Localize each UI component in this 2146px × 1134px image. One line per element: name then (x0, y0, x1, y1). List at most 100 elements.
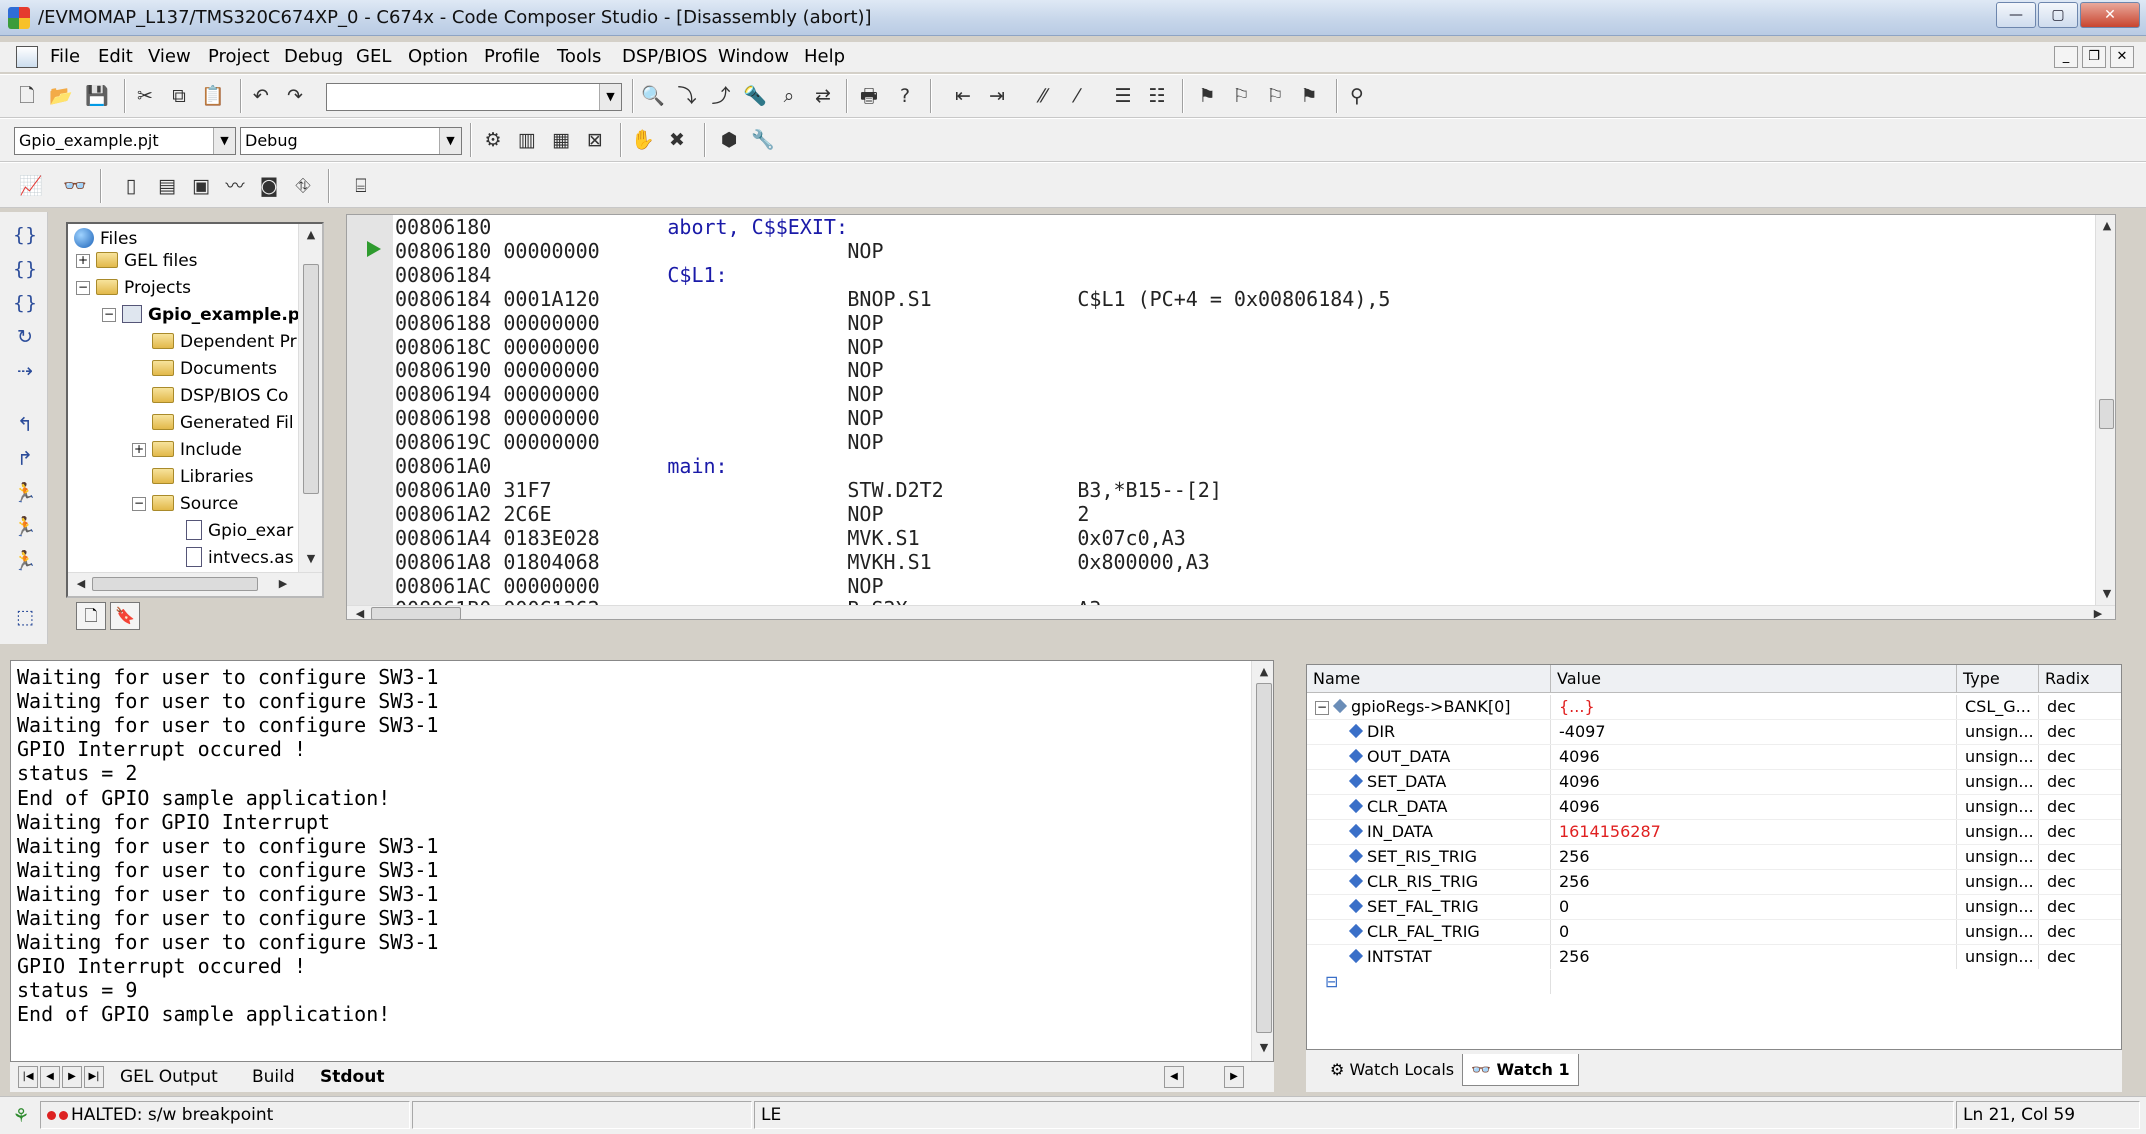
outdent-icon[interactable]: ⇤ (950, 83, 976, 109)
watch-row-name[interactable]: CLR_DATA (1307, 795, 1551, 819)
expand-icon[interactable]: + (132, 443, 146, 457)
watch-row-type[interactable]: unsign... (1957, 745, 2039, 769)
cut-icon[interactable]: ✂ (132, 83, 158, 109)
bookmark-toggle-icon[interactable]: ⚑ (1194, 83, 1220, 109)
watch-row-value[interactable]: 0 (1551, 920, 1957, 944)
tree-node-source[interactable]: Source (152, 491, 238, 517)
watch-row-value[interactable]: -4097 (1551, 720, 1957, 744)
context-help-icon[interactable]: ? (892, 83, 918, 109)
watch-row-value[interactable]: 4096 (1551, 770, 1957, 794)
watch-row-type[interactable]: unsign... (1957, 720, 2039, 744)
rebuild-all-icon[interactable]: ▦ (548, 127, 574, 153)
disassembly-vertical-scrollbar[interactable]: ▲ ▼ (2095, 215, 2115, 605)
find-previous-icon[interactable]: ⤴ (708, 83, 734, 109)
breakpoint-hand-icon[interactable]: ✋ (630, 127, 656, 153)
build-config-combo[interactable]: Debug ▼ (240, 127, 462, 155)
scroll-thumb[interactable] (92, 577, 258, 591)
watch-row-name[interactable]: SET_FAL_TRIG (1307, 895, 1551, 919)
disassembly-label-line[interactable]: 00806180 abort, C$$EXIT: (395, 215, 848, 239)
watch-row-radix[interactable]: dec (2039, 820, 2121, 844)
menu-dsp-bios[interactable]: DSP/BIOS (622, 46, 707, 67)
assembly-step-into-icon[interactable]: ↰ (12, 412, 38, 438)
collapse-icon[interactable]: − (1315, 701, 1329, 715)
column-header-name[interactable]: Name (1307, 665, 1551, 693)
scroll-thumb[interactable] (1256, 683, 1272, 1033)
tree-node-include[interactable]: Include (152, 437, 242, 463)
disassembly-line[interactable]: 0080618C 00000000 NOP (395, 335, 1077, 359)
find-next-icon[interactable]: ⤵ (674, 83, 700, 109)
assembly-step-over-icon[interactable]: ↱ (12, 446, 38, 472)
disassembly-line[interactable]: 008061A8 01804068 MVKH.S1 0x800000,A3 (395, 550, 1210, 574)
compile-file-icon[interactable]: ⚙ (480, 127, 506, 153)
tab-build[interactable]: Build (252, 1064, 295, 1090)
mdi-close-button[interactable]: ✕ (2110, 46, 2134, 68)
scroll-left-icon[interactable]: ◀ (1164, 1066, 1184, 1088)
tab-watch-1[interactable]: 👓 Watch 1 (1462, 1054, 1579, 1086)
disassembly-label-line[interactable]: 008061A0 main: (395, 454, 728, 478)
disassembly-gutter[interactable] (347, 215, 393, 619)
menu-file[interactable]: File (50, 46, 80, 67)
toggle-view-icon[interactable]: ⬚ (12, 604, 38, 630)
last-tab-icon[interactable]: ▶| (84, 1066, 104, 1088)
watch-row-value[interactable]: 256 (1551, 870, 1957, 894)
tree-node-gpio-project[interactable]: Gpio_example.pj (122, 302, 306, 328)
scroll-thumb[interactable] (371, 607, 461, 619)
scroll-up-icon[interactable]: ▲ (2098, 217, 2115, 235)
watch-root-name[interactable]: − gpioRegs->BANK[0] (1307, 695, 1551, 719)
menu-option[interactable]: Option (408, 46, 468, 67)
watch-row-type[interactable]: unsign... (1957, 870, 2039, 894)
command-window-icon[interactable]: ⌸ (348, 173, 374, 199)
menu-window[interactable]: Window (718, 46, 789, 67)
disassembly-line[interactable]: 00806190 00000000 NOP (395, 358, 1077, 382)
run-icon[interactable]: 🏃 (12, 480, 38, 506)
watch-row-radix[interactable]: dec (2039, 920, 2121, 944)
watch-row-value[interactable]: 4096 (1551, 795, 1957, 819)
watch-row-value[interactable]: 4096 (1551, 745, 1957, 769)
menu-project[interactable]: Project (208, 46, 270, 67)
image-view-icon[interactable]: ◙ (256, 173, 282, 199)
probe-point-icon[interactable]: ⬢ (716, 127, 742, 153)
align-left-icon[interactable]: ☰ (1110, 83, 1136, 109)
menu-edit[interactable]: Edit (98, 46, 133, 67)
mdi-minimize-button[interactable]: _ (2054, 46, 2078, 68)
tree-node-dsp-bios-config[interactable]: DSP/BIOS Co (152, 383, 288, 409)
watch-row-radix[interactable]: dec (2039, 795, 2121, 819)
watch-row-name[interactable]: IN_DATA (1307, 820, 1551, 844)
menu-view[interactable]: View (148, 46, 191, 67)
scroll-up-icon[interactable]: ▲ (302, 226, 320, 244)
stack-icon[interactable]: ⛗ (290, 173, 316, 199)
registers-icon[interactable]: ▤ (154, 173, 180, 199)
watch-row-name[interactable]: CLR_RIS_TRIG (1307, 870, 1551, 894)
menu-gel[interactable]: GEL (356, 46, 391, 67)
graph-icon[interactable]: 📈 (18, 173, 44, 199)
project-combo[interactable]: Gpio_example.pjt ▼ (14, 127, 236, 155)
watch-row-name[interactable]: OUT_DATA (1307, 745, 1551, 769)
paste-icon[interactable]: 📋 (200, 83, 226, 109)
tree-horizontal-scrollbar[interactable]: ◀ ▶ (68, 572, 322, 596)
watch-row-name[interactable]: CLR_FAL_TRIG (1307, 920, 1551, 944)
time-graph-icon[interactable]: 〰 (222, 173, 248, 199)
previous-tab-icon[interactable]: ◀ (40, 1066, 60, 1088)
disassembly-line[interactable]: 00806188 00000000 NOP (395, 311, 1077, 335)
watch-row-type[interactable]: unsign... (1957, 845, 2039, 869)
scroll-down-icon[interactable]: ▼ (2098, 585, 2115, 603)
uncomment-icon[interactable]: ⁄ (1064, 83, 1090, 109)
new-file-icon[interactable]: 🗋 (14, 83, 40, 109)
next-tab-icon[interactable]: ▶ (62, 1066, 82, 1088)
disassembly-line[interactable]: 00806184 0001A120 BNOP.S1 C$L1 (PC+4 = 0x0… (395, 287, 1390, 311)
disassembly-line[interactable]: 00806198 00000000 NOP (395, 406, 1077, 430)
column-header-radix[interactable]: Radix (2039, 665, 2121, 693)
scroll-right-icon[interactable]: ▶ (2089, 605, 2107, 619)
collapse-icon[interactable]: − (132, 497, 146, 511)
undo-icon[interactable]: ↶ (248, 83, 274, 109)
scroll-right-icon[interactable]: ▶ (274, 575, 292, 593)
set-pc-icon[interactable]: ⇢ (12, 358, 38, 384)
watch-row-radix[interactable]: dec (2039, 870, 2121, 894)
watch-row-radix[interactable]: dec (2039, 770, 2121, 794)
bookmark-clear-icon[interactable]: ⚲ (1344, 83, 1370, 109)
disassembly-horizontal-scrollbar[interactable]: ◀ ▶ (347, 605, 2115, 619)
scroll-left-icon[interactable]: ◀ (351, 605, 369, 619)
comment-icon[interactable]: ⁄⁄ (1030, 83, 1056, 109)
tree-node-gel-files[interactable]: GEL files (96, 248, 198, 274)
watch-row-radix[interactable]: dec (2039, 720, 2121, 744)
